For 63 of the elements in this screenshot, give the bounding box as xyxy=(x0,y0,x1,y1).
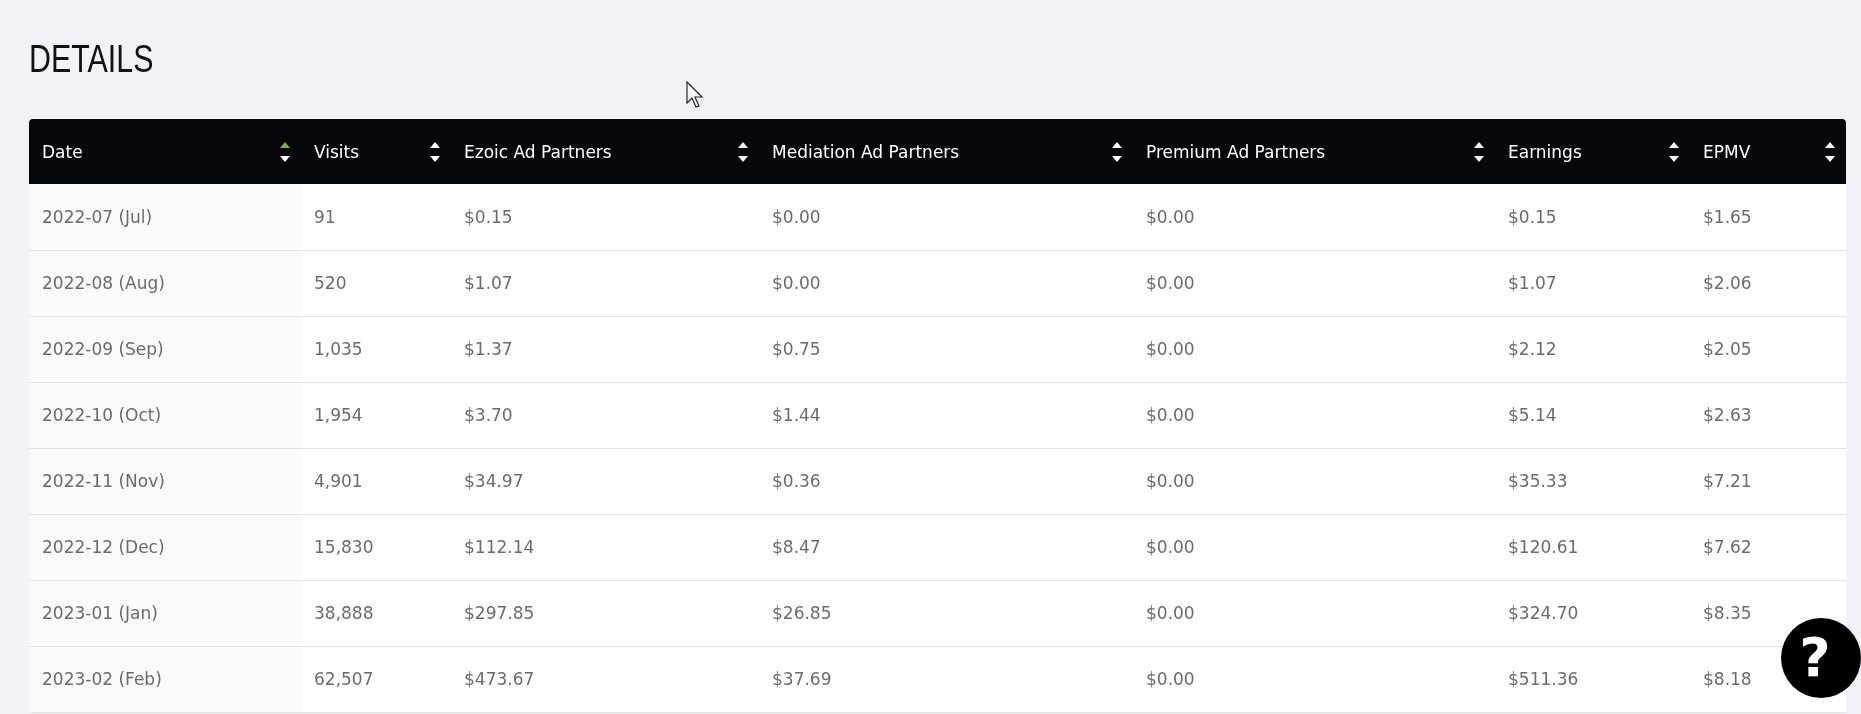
table-cell: $2.12 xyxy=(1495,316,1690,382)
mouse-pointer-icon xyxy=(686,81,706,109)
table-cell: 2022-10 (Oct) xyxy=(29,382,301,448)
table-cell: 520 xyxy=(301,250,451,316)
table-cell: $0.36 xyxy=(759,448,1133,514)
table-cell: $0.00 xyxy=(1133,448,1495,514)
table-cell: $1.07 xyxy=(451,250,759,316)
column-header[interactable]: Date xyxy=(29,119,301,184)
column-header[interactable]: Premium Ad Partners xyxy=(1133,119,1495,184)
table-cell: 62,507 xyxy=(301,646,451,712)
table-cell: $0.00 xyxy=(1133,580,1495,646)
table-cell: 2022-07 (Jul) xyxy=(29,184,301,250)
table-cell: $297.85 xyxy=(451,580,759,646)
table-cell: $120.61 xyxy=(1495,514,1690,580)
table-cell: 2023-02 (Feb) xyxy=(29,646,301,712)
table-cell: $26.85 xyxy=(759,580,1133,646)
table-cell: 1,954 xyxy=(301,382,451,448)
table-cell: 15,830 xyxy=(301,514,451,580)
table-cell: $8.47 xyxy=(759,514,1133,580)
table-cell: $2.06 xyxy=(1690,250,1846,316)
table-cell: $1.37 xyxy=(451,316,759,382)
table-cell: 2023-01 (Jan) xyxy=(29,580,301,646)
table-cell: $0.00 xyxy=(1133,514,1495,580)
table-cell: 2022-09 (Sep) xyxy=(29,316,301,382)
table-cell: $7.62 xyxy=(1690,514,1846,580)
table-cell: $34.97 xyxy=(451,448,759,514)
page-title: DETAILS xyxy=(29,37,154,82)
table-cell: $1.44 xyxy=(759,382,1133,448)
table-cell: $0.75 xyxy=(759,316,1133,382)
table-cell: $0.00 xyxy=(1133,250,1495,316)
column-header[interactable]: Visits xyxy=(301,119,451,184)
column-header[interactable]: Ezoic Ad Partners xyxy=(451,119,759,184)
table-cell: $2.63 xyxy=(1690,382,1846,448)
table-cell: $511.36 xyxy=(1495,646,1690,712)
table-cell: $0.00 xyxy=(759,184,1133,250)
table-cell: $112.14 xyxy=(451,514,759,580)
table-cell: $1.65 xyxy=(1690,184,1846,250)
table-cell: $7.21 xyxy=(1690,448,1846,514)
column-header[interactable]: EPMV xyxy=(1690,119,1846,184)
table-cell: $0.15 xyxy=(451,184,759,250)
table-cell: 38,888 xyxy=(301,580,451,646)
table-cell: $0.00 xyxy=(1133,184,1495,250)
table-cell: $0.00 xyxy=(1133,316,1495,382)
table-cell: $324.70 xyxy=(1495,580,1690,646)
table-cell: $3.70 xyxy=(451,382,759,448)
table-cell: $37.69 xyxy=(759,646,1133,712)
table-cell: $473.67 xyxy=(451,646,759,712)
table-cell: 1,035 xyxy=(301,316,451,382)
column-header[interactable]: Mediation Ad Partners xyxy=(759,119,1133,184)
table-cell: $1.07 xyxy=(1495,250,1690,316)
column-header[interactable]: Earnings xyxy=(1495,119,1690,184)
table-cell: $35.33 xyxy=(1495,448,1690,514)
table-cell: 4,901 xyxy=(301,448,451,514)
table-cell: $0.15 xyxy=(1495,184,1690,250)
table-cell: $5.14 xyxy=(1495,382,1690,448)
table-cell: $0.00 xyxy=(1133,646,1495,712)
table-cell: $2.05 xyxy=(1690,316,1846,382)
table-cell: $0.00 xyxy=(759,250,1133,316)
table-cell: 2022-11 (Nov) xyxy=(29,448,301,514)
table-cell: 91 xyxy=(301,184,451,250)
table-cell: 2022-12 (Dec) xyxy=(29,514,301,580)
table-cell: 2022-08 (Aug) xyxy=(29,250,301,316)
table-cell: $0.00 xyxy=(1133,382,1495,448)
